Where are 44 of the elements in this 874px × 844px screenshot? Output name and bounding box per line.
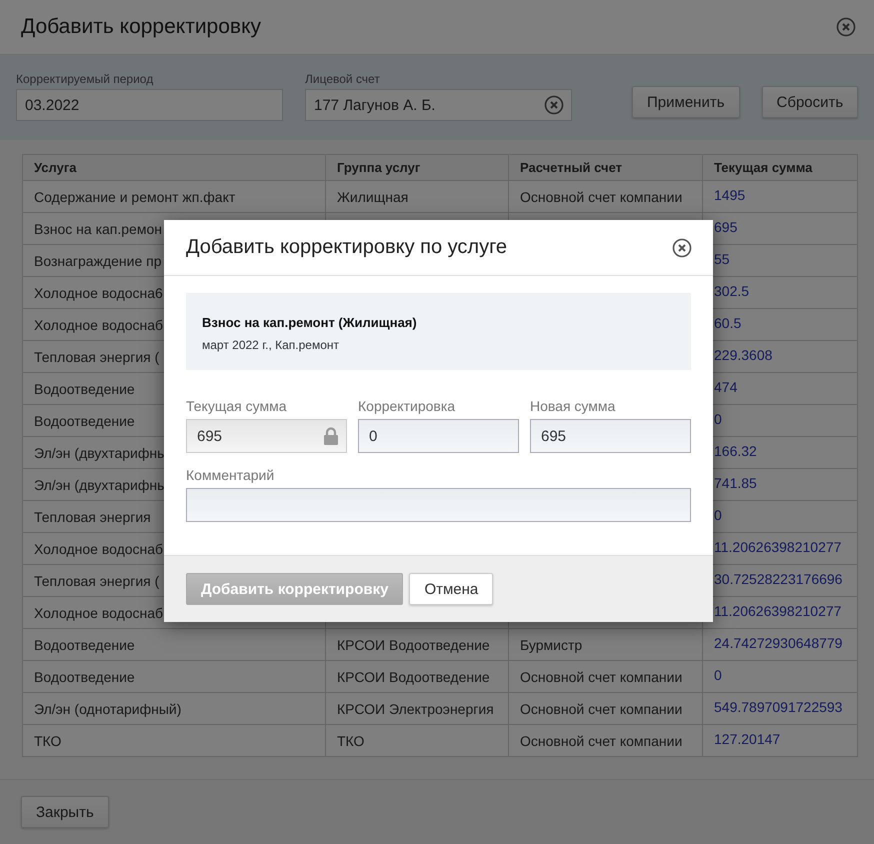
amount-link[interactable]: 24.74272930648779 xyxy=(702,628,858,660)
table-cell: Жилищная xyxy=(326,180,508,212)
table-cell: КРСОИ Электроэнергия xyxy=(326,692,508,724)
column-header: Текущая сумма xyxy=(702,154,858,180)
field-label: Комментарий xyxy=(186,467,276,483)
amount-field[interactable]: 0 xyxy=(358,419,519,453)
amount-link[interactable]: 0 xyxy=(702,660,858,692)
filter-button[interactable]: Применить xyxy=(632,86,740,118)
amount-field[interactable]: 695 xyxy=(530,419,691,453)
lock-icon xyxy=(323,427,339,445)
column-header: Расчетный счет xyxy=(508,154,702,180)
table-cell: Основной счет компании xyxy=(508,180,702,212)
table-cell: КРСОИ Водоотведение xyxy=(326,628,508,660)
window-title: Добавить корректировку xyxy=(21,15,261,39)
amount-link[interactable]: 127.20147 xyxy=(702,724,858,756)
close-icon[interactable] xyxy=(672,238,692,258)
table-cell: ТКО xyxy=(326,724,508,756)
table-cell: Водоотведение xyxy=(22,660,326,692)
field-label: Новая сумма xyxy=(530,398,616,414)
table-cell: Водоотведение xyxy=(22,628,326,660)
close-button[interactable]: Закрыть xyxy=(21,796,109,828)
clear-icon[interactable] xyxy=(544,95,564,115)
amount-link[interactable]: 1495 xyxy=(702,180,858,212)
table-cell: Основной счет компании xyxy=(508,724,702,756)
table-cell: КРСОИ Водоотведение xyxy=(326,660,508,692)
field-label: Корректировка xyxy=(358,398,456,414)
table-cell: Основной счет компании xyxy=(508,660,702,692)
table-cell: Бурмистр xyxy=(508,628,702,660)
close-icon[interactable] xyxy=(836,17,856,37)
cancel-button[interactable]: Отмена xyxy=(409,573,494,605)
table-cell: ТКО xyxy=(22,724,326,756)
amount-link[interactable]: 549.7897091722593 xyxy=(702,692,858,724)
account-field[interactable]: 177 Лагунов А. Б. xyxy=(305,89,572,121)
amount-field[interactable]: 695 xyxy=(186,419,347,453)
filter-button[interactable]: Сбросить xyxy=(762,86,858,118)
column-header: Услуга xyxy=(22,154,326,180)
column-header: Группа услуг xyxy=(326,154,508,180)
period-field[interactable]: 03.2022 xyxy=(16,89,283,121)
table-cell: Эл/эн (однотарифный) xyxy=(22,692,326,724)
table-cell: Основной счет компании xyxy=(508,692,702,724)
comment-field[interactable] xyxy=(186,488,691,522)
field-label: Лицевой счет xyxy=(305,72,381,86)
table-cell: Содержание и ремонт жп.факт xyxy=(22,180,326,212)
field-label: Корректируемый период xyxy=(16,72,154,86)
